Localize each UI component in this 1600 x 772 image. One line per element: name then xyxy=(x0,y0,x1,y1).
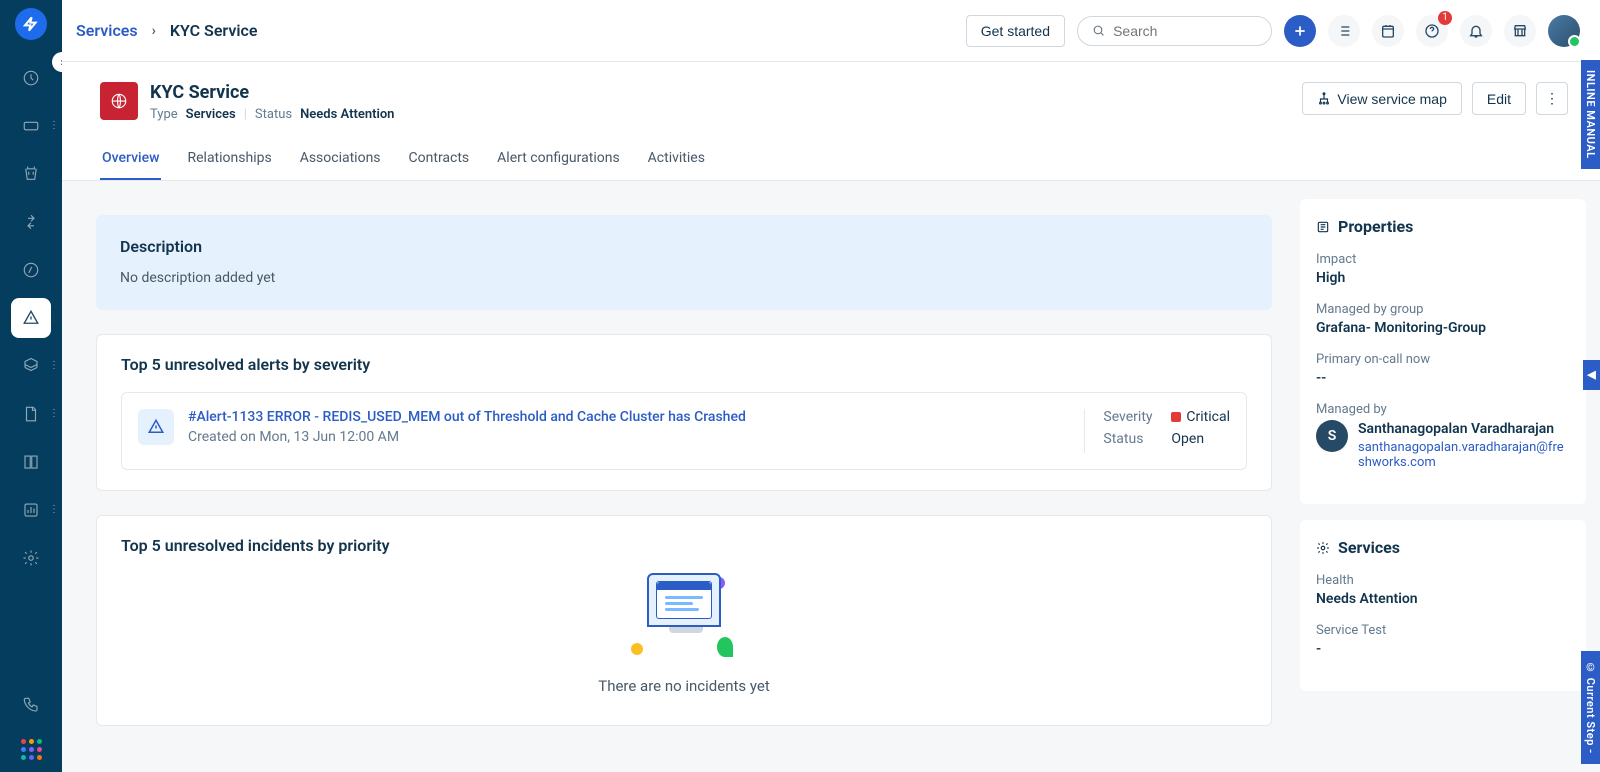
right-panel: Properties Impact High Managed by group Gr… xyxy=(1300,181,1600,772)
status-value: Needs Attention xyxy=(300,107,394,122)
search-icon xyxy=(1092,23,1105,38)
search-input[interactable] xyxy=(1113,23,1257,39)
impact-value: High xyxy=(1316,270,1570,286)
alert-created: Created on Mon, 13 Jun 12:00 AM xyxy=(188,429,1070,445)
inline-manual-tab[interactable]: INLINE MANUAL xyxy=(1581,60,1600,169)
breadcrumb-root[interactable]: Services xyxy=(76,21,138,40)
nav-settings[interactable] xyxy=(11,538,51,578)
calendar-icon[interactable] xyxy=(1372,15,1404,47)
view-service-map-button[interactable]: View service map xyxy=(1302,82,1461,115)
managed-by-label: Managed by xyxy=(1316,402,1570,417)
impact-label: Impact xyxy=(1316,252,1570,267)
search-input-wrapper[interactable] xyxy=(1077,16,1272,46)
nav-alerts[interactable]: ⋮ xyxy=(11,298,51,338)
description-heading: Description xyxy=(120,237,1248,256)
group-label: Managed by group xyxy=(1316,302,1570,317)
status-label: Status xyxy=(255,107,292,122)
properties-icon xyxy=(1316,220,1330,234)
page-title: KYC Service xyxy=(150,82,394,103)
alert-row: #Alert-1133 ERROR - REDIS_USED_MEM out o… xyxy=(121,392,1247,470)
health-value: Needs Attention xyxy=(1316,591,1570,607)
services-heading: Services xyxy=(1338,538,1400,557)
help-icon[interactable]: 1 xyxy=(1416,15,1448,47)
incidents-empty-illustration xyxy=(629,573,739,663)
nav-phone[interactable] xyxy=(11,685,51,725)
alert-severity-value: Critical xyxy=(1186,409,1230,425)
oncall-label: Primary on-call now xyxy=(1316,352,1570,367)
description-text: No description added yet xyxy=(120,270,1248,286)
current-step-tab[interactable]: © Current Step - xyxy=(1581,651,1600,764)
incidents-heading: Top 5 unresolved incidents by priority xyxy=(121,536,1247,555)
breadcrumb: Services › KYC Service xyxy=(76,21,257,40)
type-value: Services xyxy=(186,107,236,122)
edit-button[interactable]: Edit xyxy=(1472,82,1526,115)
topbar: Services › KYC Service Get started 1 xyxy=(62,0,1600,62)
side-arrow-tab[interactable]: ◀ xyxy=(1583,360,1600,390)
alert-icon xyxy=(138,409,174,445)
apps-launcher-icon[interactable] xyxy=(21,739,42,760)
severity-dot xyxy=(1171,412,1181,422)
tab-overview[interactable]: Overview xyxy=(100,140,161,180)
alert-severity-label: Severity xyxy=(1103,409,1161,425)
help-badge: 1 xyxy=(1438,11,1452,25)
marketplace-icon[interactable] xyxy=(1504,15,1536,47)
main-content: Description No description added yet Top… xyxy=(62,181,1300,772)
alert-status-value: Open xyxy=(1171,431,1204,447)
managed-by-avatar: S xyxy=(1316,420,1348,452)
tab-alert-configs[interactable]: Alert configurations xyxy=(495,140,622,180)
nav-reports[interactable]: ⋮ xyxy=(11,490,51,530)
type-label: Type xyxy=(150,107,178,122)
tab-contracts[interactable]: Contracts xyxy=(407,140,472,180)
managed-by-email[interactable]: santhanagopalan.varadharajan@freshworks.… xyxy=(1358,440,1570,470)
left-nav: › ⋮ ⋮ ⋮ ⋮ ⋮ xyxy=(0,0,62,772)
alert-title-link[interactable]: #Alert-1133 ERROR - REDIS_USED_MEM out o… xyxy=(188,409,1070,425)
tabs: Overview Relationships Associations Cont… xyxy=(62,122,1600,181)
tab-activities[interactable]: Activities xyxy=(646,140,707,180)
description-card: Description No description added yet xyxy=(96,215,1272,310)
nav-tickets[interactable]: ⋮ xyxy=(11,106,51,146)
page-header: KYC Service Type Services | Status Needs… xyxy=(62,62,1600,122)
sitemap-icon xyxy=(1317,92,1331,106)
breadcrumb-current: KYC Service xyxy=(170,21,258,40)
nav-problems[interactable] xyxy=(11,154,51,194)
incidents-card: Top 5 unresolved incidents by priority T… xyxy=(96,515,1272,726)
oncall-value: -- xyxy=(1316,370,1570,386)
properties-heading: Properties xyxy=(1338,217,1413,236)
health-label: Health xyxy=(1316,573,1570,588)
bell-icon[interactable] xyxy=(1460,15,1492,47)
app-logo[interactable] xyxy=(15,8,47,40)
get-started-button[interactable]: Get started xyxy=(966,15,1065,47)
user-avatar[interactable] xyxy=(1548,15,1580,47)
incidents-empty-text: There are no incidents yet xyxy=(121,677,1247,695)
tab-associations[interactable]: Associations xyxy=(298,140,383,180)
nav-solutions[interactable]: ⋮ xyxy=(11,394,51,434)
gear-icon xyxy=(1316,541,1330,555)
group-value: Grafana- Monitoring-Group xyxy=(1316,320,1570,336)
more-actions-button[interactable]: ⋮ xyxy=(1536,82,1568,115)
service-test-value: - xyxy=(1316,641,1570,657)
alerts-card: Top 5 unresolved alerts by severity #Ale… xyxy=(96,334,1272,491)
nav-knowledge[interactable] xyxy=(11,442,51,482)
alert-status-label: Status xyxy=(1103,431,1161,447)
services-card: Services Health Needs Attention Service T… xyxy=(1300,520,1586,691)
nav-assets[interactable]: ⋮ xyxy=(11,346,51,386)
tasks-icon[interactable] xyxy=(1328,15,1360,47)
nav-releases[interactable] xyxy=(11,250,51,290)
alerts-heading: Top 5 unresolved alerts by severity xyxy=(121,355,1247,374)
tab-relationships[interactable]: Relationships xyxy=(185,140,273,180)
nav-dashboard[interactable] xyxy=(11,58,51,98)
chevron-right-icon: › xyxy=(152,23,156,39)
managed-by-name: Santhanagopalan Varadharajan xyxy=(1358,420,1570,438)
properties-card: Properties Impact High Managed by group Gr… xyxy=(1300,199,1586,504)
service-test-label: Service Test xyxy=(1316,623,1570,638)
service-icon xyxy=(100,82,138,120)
new-button[interactable] xyxy=(1284,15,1316,47)
nav-changes[interactable] xyxy=(11,202,51,242)
